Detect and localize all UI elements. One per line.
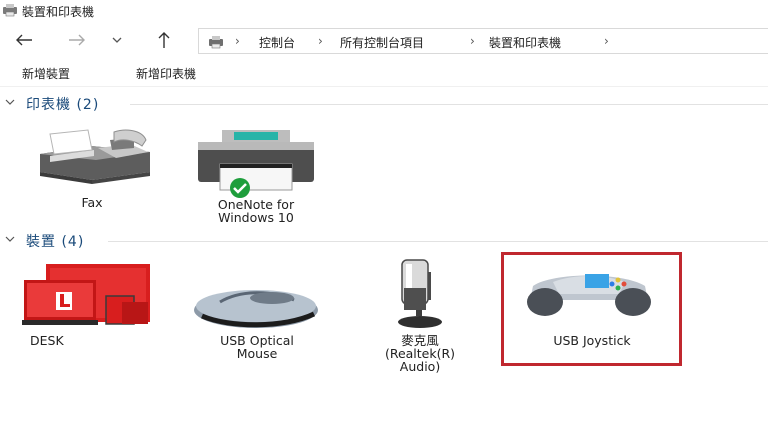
recent-locations-button[interactable] <box>109 30 125 50</box>
printers-group-label: 印表機 (2) <box>26 97 100 113</box>
fax-icon <box>40 129 150 184</box>
device-fax[interactable]: Fax <box>30 126 154 221</box>
window-title: 裝置和印表機 <box>22 5 95 19</box>
item-label-line2: Windows 10 <box>218 210 294 225</box>
breadcrumb-separator: › <box>318 34 323 48</box>
arrow-right-icon <box>69 34 85 46</box>
forward-button[interactable] <box>66 30 88 50</box>
back-button[interactable] <box>13 30 35 50</box>
address-bar[interactable]: › 控制台 › 所有控制台項目 › 裝置和印表機 › <box>198 28 768 54</box>
chevron-down-icon <box>5 99 15 105</box>
item-label-line2: Mouse <box>236 346 278 361</box>
devices-printers-icon <box>3 4 17 17</box>
breadcrumb-all-items[interactable]: 所有控制台項目 <box>340 34 424 51</box>
breadcrumb-control-panel[interactable]: 控制台 <box>259 34 295 51</box>
title-bar: 裝置和印表機 <box>0 0 768 22</box>
item-label-line3: Audio) <box>399 359 441 374</box>
device-usb-mouse[interactable]: USB Optical Mouse <box>190 266 324 364</box>
microphone-icon <box>398 259 442 328</box>
devices-group-header[interactable]: 裝置 (4) <box>0 231 768 251</box>
breadcrumb-separator: › <box>470 34 475 48</box>
chevron-down-icon <box>112 37 122 43</box>
devices-group-label: 裝置 (4) <box>26 234 85 250</box>
computer-icon <box>22 264 150 325</box>
add-device-button[interactable]: 新增裝置 <box>22 65 70 82</box>
group-divider <box>130 104 768 105</box>
group-divider <box>108 241 768 242</box>
printers-group-header[interactable]: 印表機 (2) <box>0 94 768 114</box>
breadcrumb-devices-printers[interactable]: 裝置和印表機 <box>489 34 561 51</box>
item-label: Fax <box>81 195 103 210</box>
printer-icon <box>198 130 314 198</box>
arrow-up-icon <box>158 32 170 48</box>
add-printer-button[interactable]: 新增印表機 <box>136 65 196 82</box>
arrow-left-icon <box>16 34 32 46</box>
item-label: USB Joystick <box>553 333 631 348</box>
breadcrumb-separator: › <box>235 34 240 48</box>
device-desk[interactable]: DESK <box>22 262 154 350</box>
device-usb-joystick[interactable]: USB Joystick <box>505 256 679 362</box>
mouse-icon <box>194 290 318 328</box>
gamepad-icon <box>527 274 651 316</box>
navigation-bar: › 控制台 › 所有控制台項目 › 裝置和印表機 › <box>0 24 768 56</box>
up-button[interactable] <box>153 30 175 50</box>
item-label: DESK <box>30 333 64 348</box>
breadcrumb-separator: › <box>604 34 609 48</box>
device-microphone[interactable]: 麥克風 (Realtek(R) Audio) <box>360 258 480 376</box>
command-bar: 新增裝置 新增印表機 <box>0 58 768 87</box>
device-onenote-printer[interactable]: OneNote for Windows 10 <box>188 126 324 226</box>
chevron-down-icon <box>5 236 15 242</box>
control-panel-icon <box>209 36 223 49</box>
